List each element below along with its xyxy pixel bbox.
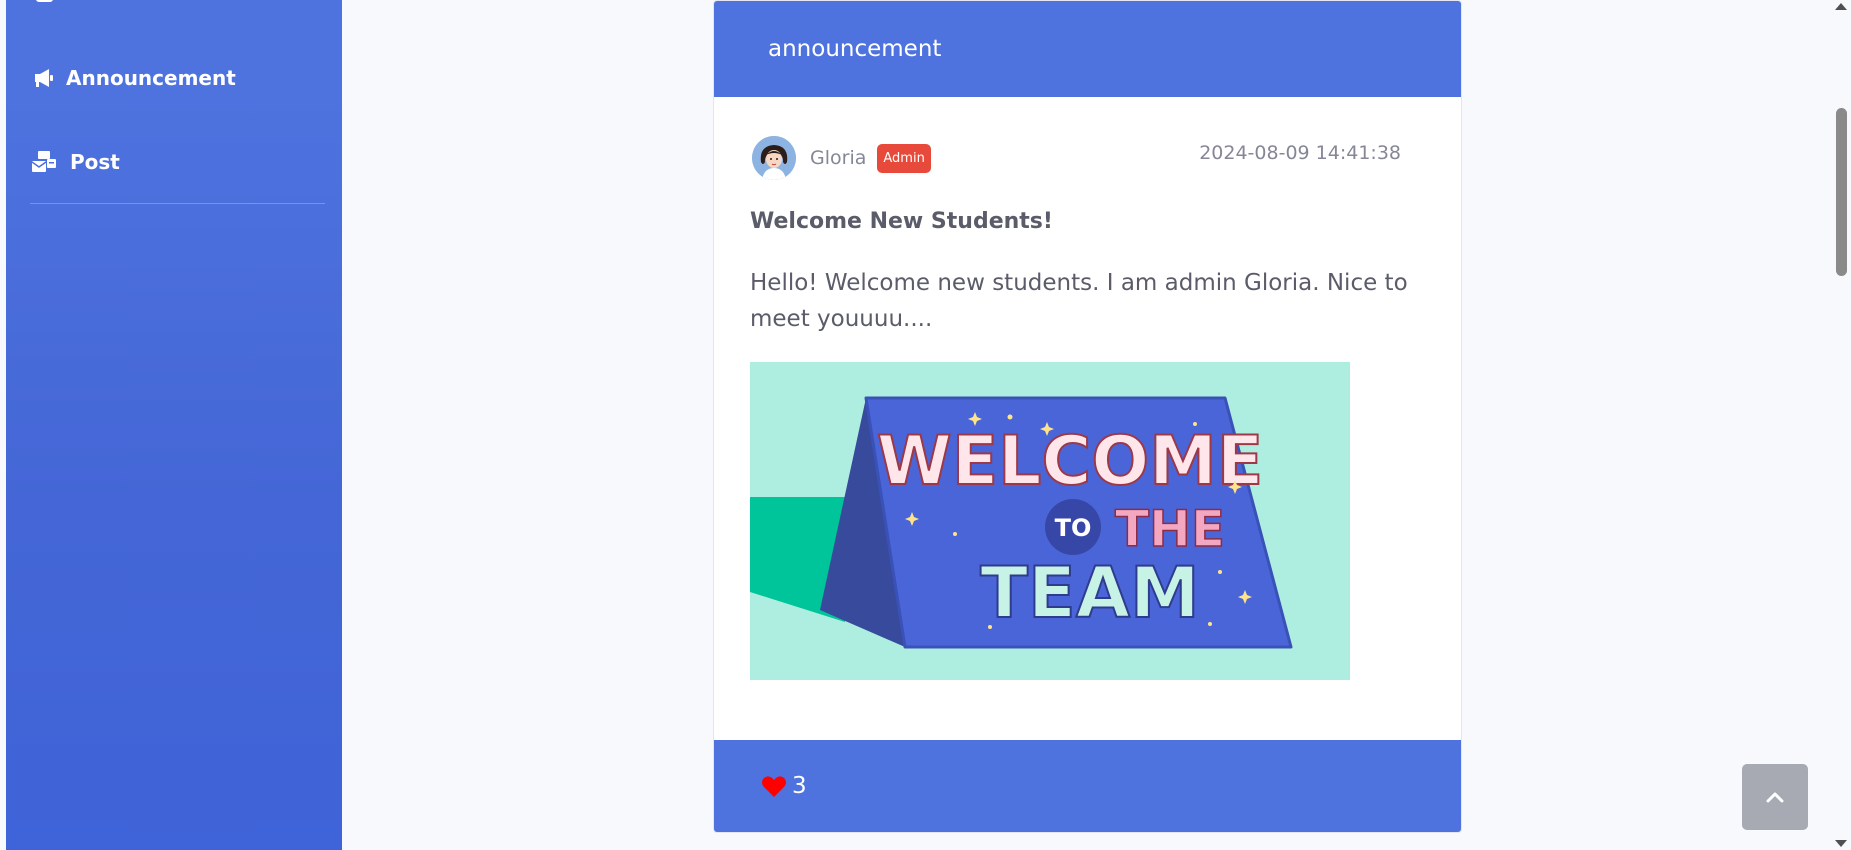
card-body: Gloria Admin 2024-08-09 14:41:38 Welcome… bbox=[714, 97, 1461, 742]
sidebar-item-label: Post bbox=[70, 150, 120, 174]
home-icon bbox=[36, 0, 53, 2]
avatar bbox=[752, 136, 796, 180]
page-scrollbar[interactable] bbox=[1832, 0, 1851, 850]
scrollbar-thumb[interactable] bbox=[1836, 108, 1847, 276]
sidebar-item-post[interactable]: Post bbox=[32, 147, 120, 177]
scroll-down-arrow-icon[interactable] bbox=[1835, 840, 1847, 847]
megaphone-icon bbox=[32, 66, 56, 90]
chevron-up-icon bbox=[1766, 792, 1784, 803]
post-timestamp: 2024-08-09 14:41:38 bbox=[1199, 142, 1401, 164]
author-row: Gloria Admin bbox=[752, 136, 931, 180]
svg-text:WELCOME: WELCOME bbox=[877, 422, 1264, 501]
post-content: Hello! Welcome new students. I am admin … bbox=[750, 270, 1408, 332]
card-header-title: announcement bbox=[768, 36, 942, 62]
announcement-card: announcement Gloria Admin 2024-08-09 14:… bbox=[713, 0, 1462, 833]
mail-bulk-icon bbox=[32, 150, 56, 174]
svg-text:THE: THE bbox=[1115, 500, 1225, 558]
heart-icon bbox=[762, 775, 786, 797]
post-image: WELCOME TO THE TEAM bbox=[750, 362, 1350, 680]
welcome-to-the-team-illustration: WELCOME TO THE TEAM bbox=[750, 362, 1350, 680]
sidebar: Announcement Post bbox=[6, 0, 342, 850]
author-name: Gloria bbox=[810, 147, 867, 169]
svg-text:TO: TO bbox=[1055, 514, 1092, 542]
scroll-to-top-button[interactable] bbox=[1742, 764, 1808, 830]
avatar-icon bbox=[752, 136, 796, 180]
like-button[interactable]: 3 bbox=[762, 773, 807, 799]
like-count: 3 bbox=[792, 773, 807, 799]
sidebar-item-label: Announcement bbox=[66, 66, 236, 90]
role-badge: Admin bbox=[877, 143, 931, 173]
sidebar-divider bbox=[30, 203, 325, 204]
sidebar-item-announcement[interactable]: Announcement bbox=[32, 63, 236, 93]
card-header: announcement bbox=[714, 1, 1461, 97]
card-footer: 3 bbox=[714, 740, 1461, 832]
svg-text:TEAM: TEAM bbox=[980, 552, 1199, 634]
scroll-up-arrow-icon[interactable] bbox=[1835, 3, 1847, 10]
post-title: Welcome New Students! bbox=[750, 209, 1053, 234]
sidebar-item-partial[interactable] bbox=[36, 0, 336, 4]
